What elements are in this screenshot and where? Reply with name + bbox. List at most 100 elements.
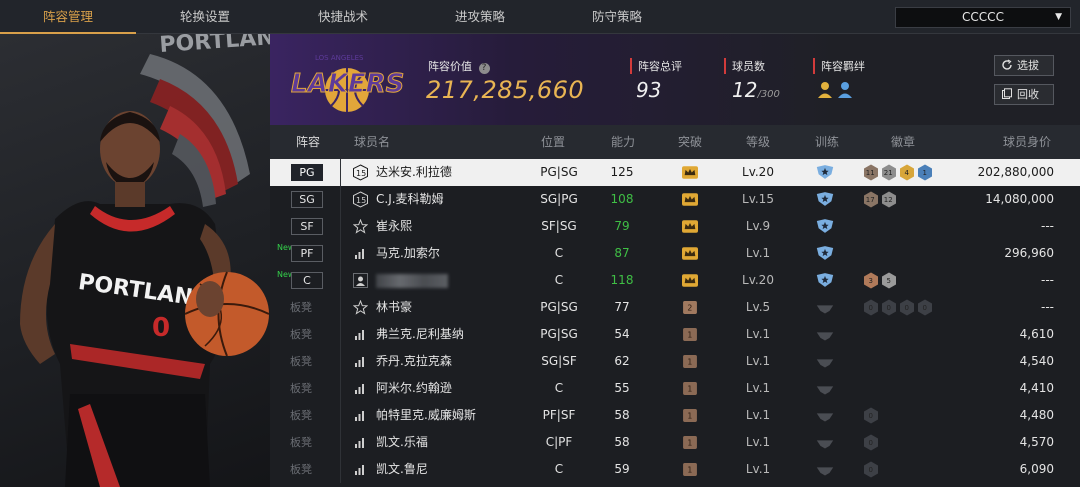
rating-value: 93 [636, 78, 662, 102]
col-breakthrough[interactable]: 突破 [678, 125, 702, 159]
player-market-value: 202,880,000 [977, 165, 1054, 179]
table-row[interactable]: SF 崔永熙 SF|SG 79 Lv.9 --- [270, 213, 1080, 240]
badge-icon[interactable]: 0 [917, 299, 933, 316]
training-shield-icon[interactable] [815, 409, 835, 425]
badge-icon[interactable]: 11 [863, 164, 879, 181]
table-row[interactable]: 板凳 弗兰克.尼利基纳 PG|SG 54 1 Lv.1 4,610 [270, 321, 1080, 348]
col-badges[interactable]: 徽章 [891, 125, 915, 159]
training-shield-icon[interactable] [815, 355, 835, 371]
bench-label: 板凳 [290, 463, 312, 476]
player-ability: 125 [610, 165, 634, 179]
select-players-button[interactable]: 选拔 [994, 55, 1054, 76]
table-row[interactable]: New C C 118 Lv.20 3 5 --- [270, 267, 1080, 294]
recycle-button[interactable]: 回收 [994, 84, 1054, 105]
bars-icon [355, 249, 364, 259]
roster-table-body: PG 15 达米安.利拉德 PG|SG 125 Lv.20 11 21 4 1 202,880,00… [270, 159, 1080, 487]
column-divider [340, 402, 341, 429]
tab-lineup-management[interactable]: 阵容管理 [0, 0, 136, 34]
player-name: 乔丹.克拉克森 [376, 354, 452, 368]
table-row[interactable]: 板凳 林书豪 PG|SG 77 2 Lv.5 0 0 0 0 --- [270, 294, 1080, 321]
bond-icons[interactable] [817, 80, 861, 100]
table-row[interactable]: New PF 马克.加索尔 C 87 Lv.1 296,960 [270, 240, 1080, 267]
tab-rotation-settings[interactable]: 轮换设置 [136, 0, 274, 34]
training-shield-icon[interactable] [815, 382, 835, 398]
badge-icon[interactable]: 17 [863, 191, 879, 208]
table-row[interactable]: 板凳 乔丹.克拉克森 SG|SF 62 1 Lv.1 4,540 [270, 348, 1080, 375]
col-player-name[interactable]: 球员名 [354, 125, 390, 159]
table-row[interactable]: 板凳 帕特里克.威廉姆斯 PF|SF 58 1 Lv.1 0 4,480 [270, 402, 1080, 429]
slot-badge: C [291, 272, 323, 289]
table-row[interactable]: 板凳 凯文.乐福 C|PF 58 1 Lv.1 0 4,570 [270, 429, 1080, 456]
breakthrough-level-icon: 1 [683, 436, 697, 449]
tab-quick-tactics[interactable]: 快捷战术 [274, 0, 412, 34]
table-row[interactable]: PG 15 达米安.利拉德 PG|SG 125 Lv.20 11 21 4 1 202,880,00… [270, 159, 1080, 186]
table-row[interactable]: SG 15 C.J.麦科勒姆 SG|PG 108 Lv.15 17 12 14,080,000 [270, 186, 1080, 213]
team-header: LAKERS LOS ANGELES 阵容价值 ? 217,285,660 阵容… [270, 34, 1080, 125]
badge-icon[interactable]: 12 [881, 191, 897, 208]
col-level[interactable]: 等级 [746, 125, 770, 159]
player-market-value: 4,610 [1019, 327, 1054, 341]
roster-table-header: 阵容 球员名 位置 能力 突破 等级 训练 徽章 球员身价 [270, 125, 1080, 159]
col-lineup[interactable]: 阵容 [296, 125, 320, 159]
svg-text:0: 0 [887, 304, 891, 312]
player-ability: 58 [614, 435, 630, 449]
table-row[interactable]: 板凳 阿米尔.约翰逊 C 55 1 Lv.1 4,410 [270, 375, 1080, 402]
player-name: 马克.加索尔 [376, 246, 440, 260]
cards-icon [1002, 88, 1012, 99]
lakers-logo: LAKERS LOS ANGELES [291, 54, 405, 112]
svg-text:1: 1 [687, 466, 692, 475]
training-shield-icon[interactable] [815, 301, 835, 317]
star-outline-icon [353, 300, 368, 315]
training-shield-icon[interactable] [815, 245, 835, 261]
badge-icon[interactable]: 0 [863, 461, 879, 478]
training-shield-icon[interactable] [815, 463, 835, 479]
svg-text:17: 17 [866, 196, 875, 204]
player-name: 弗兰克.尼利基纳 [376, 327, 464, 341]
col-ability[interactable]: 能力 [611, 125, 635, 159]
training-shield-icon[interactable] [815, 191, 835, 207]
badge-icon[interactable]: 21 [881, 164, 897, 181]
crown-gold-icon [682, 247, 698, 260]
player-ability: 79 [614, 219, 630, 233]
player-ability: 108 [610, 192, 634, 206]
player-level: Lv.1 [745, 408, 771, 422]
badge-icon[interactable]: 4 [899, 164, 915, 181]
badge-icon[interactable]: 0 [881, 299, 897, 316]
training-shield-icon[interactable] [815, 218, 835, 234]
badge-icon[interactable]: 0 [863, 299, 879, 316]
tab-offense-strategy[interactable]: 进攻策略 [411, 0, 549, 34]
col-training[interactable]: 训练 [815, 125, 839, 159]
badge-icon[interactable]: 0 [863, 434, 879, 451]
column-divider [340, 294, 341, 321]
player-position: C [554, 246, 564, 260]
table-row[interactable]: 板凳 凯文.鲁尼 C 59 1 Lv.1 0 6,090 [270, 456, 1080, 483]
badge-icon[interactable]: 1 [917, 164, 933, 181]
col-position[interactable]: 位置 [541, 125, 565, 159]
lineup-select-dropdown[interactable]: CCCCC ▼ [895, 7, 1071, 28]
badge-icon[interactable]: 5 [881, 272, 897, 289]
col-player-value[interactable]: 球员身价 [1003, 125, 1051, 159]
help-icon[interactable]: ? [478, 63, 490, 74]
player-name: 凯文.乐福 [376, 435, 428, 449]
training-shield-icon[interactable] [815, 272, 835, 288]
player-position: SF|SG [541, 219, 577, 233]
training-shield-icon[interactable] [815, 328, 835, 344]
bars-icon [355, 438, 364, 448]
tab-defense-strategy[interactable]: 防守策略 [548, 0, 686, 34]
column-divider [340, 348, 341, 375]
bench-label: 板凳 [290, 355, 312, 368]
badge-icon[interactable]: 0 [899, 299, 915, 316]
player-level: Lv.5 [745, 300, 771, 314]
badge-icon[interactable]: 3 [863, 272, 879, 289]
player-market-value: --- [1041, 273, 1054, 287]
badge-icon[interactable]: 0 [863, 407, 879, 424]
breakthrough-level-icon: 1 [683, 463, 697, 476]
bench-label: 板凳 [290, 436, 312, 449]
player-position: C [554, 381, 564, 395]
svg-text:0: 0 [905, 304, 909, 312]
player-market-value: 4,540 [1019, 354, 1054, 368]
player-position: C|PF [545, 435, 573, 449]
player-market-value: 4,410 [1019, 381, 1054, 395]
training-shield-icon[interactable] [815, 164, 835, 180]
training-shield-icon[interactable] [815, 436, 835, 452]
